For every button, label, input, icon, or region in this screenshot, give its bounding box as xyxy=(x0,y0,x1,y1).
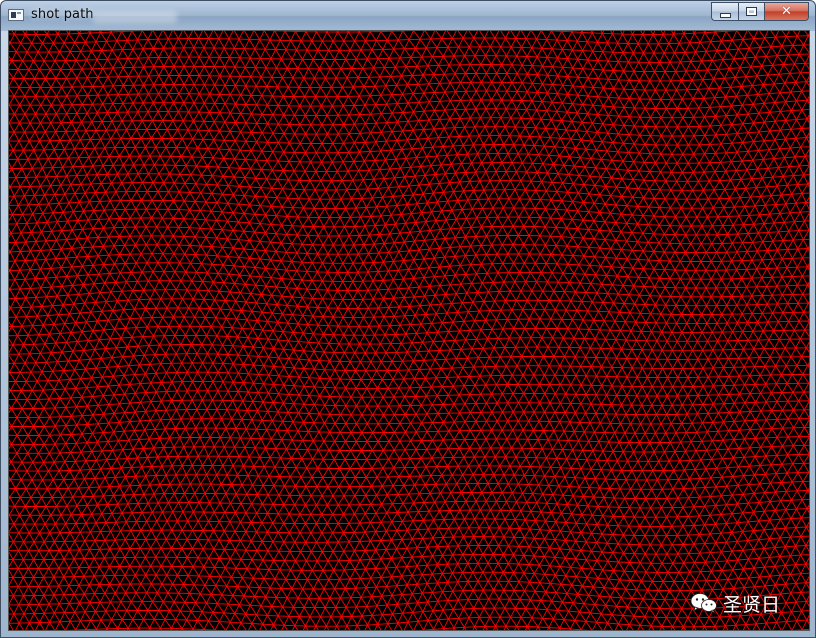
close-icon: ✕ xyxy=(781,4,792,19)
close-button[interactable]: ✕ xyxy=(764,2,809,21)
title-bar[interactable]: shot path ✕ xyxy=(1,1,815,31)
app-icon[interactable] xyxy=(8,9,24,21)
wechat-icon xyxy=(690,593,717,614)
watermark: 圣贤日 xyxy=(690,590,780,616)
window-title: shot path xyxy=(31,7,94,22)
caption-buttons: ✕ xyxy=(711,2,809,22)
app-window: shot path ✕ 圣贤日 xyxy=(0,0,816,638)
title-bar-glare xyxy=(93,11,177,23)
minimize-icon xyxy=(719,12,731,18)
maximize-button[interactable] xyxy=(738,2,764,21)
triangle-mesh xyxy=(9,31,809,630)
minimize-button[interactable] xyxy=(711,2,738,21)
mesh-edges xyxy=(9,31,809,630)
render-canvas[interactable] xyxy=(8,30,810,631)
maximize-icon xyxy=(746,7,757,16)
watermark-text: 圣贤日 xyxy=(723,593,781,616)
